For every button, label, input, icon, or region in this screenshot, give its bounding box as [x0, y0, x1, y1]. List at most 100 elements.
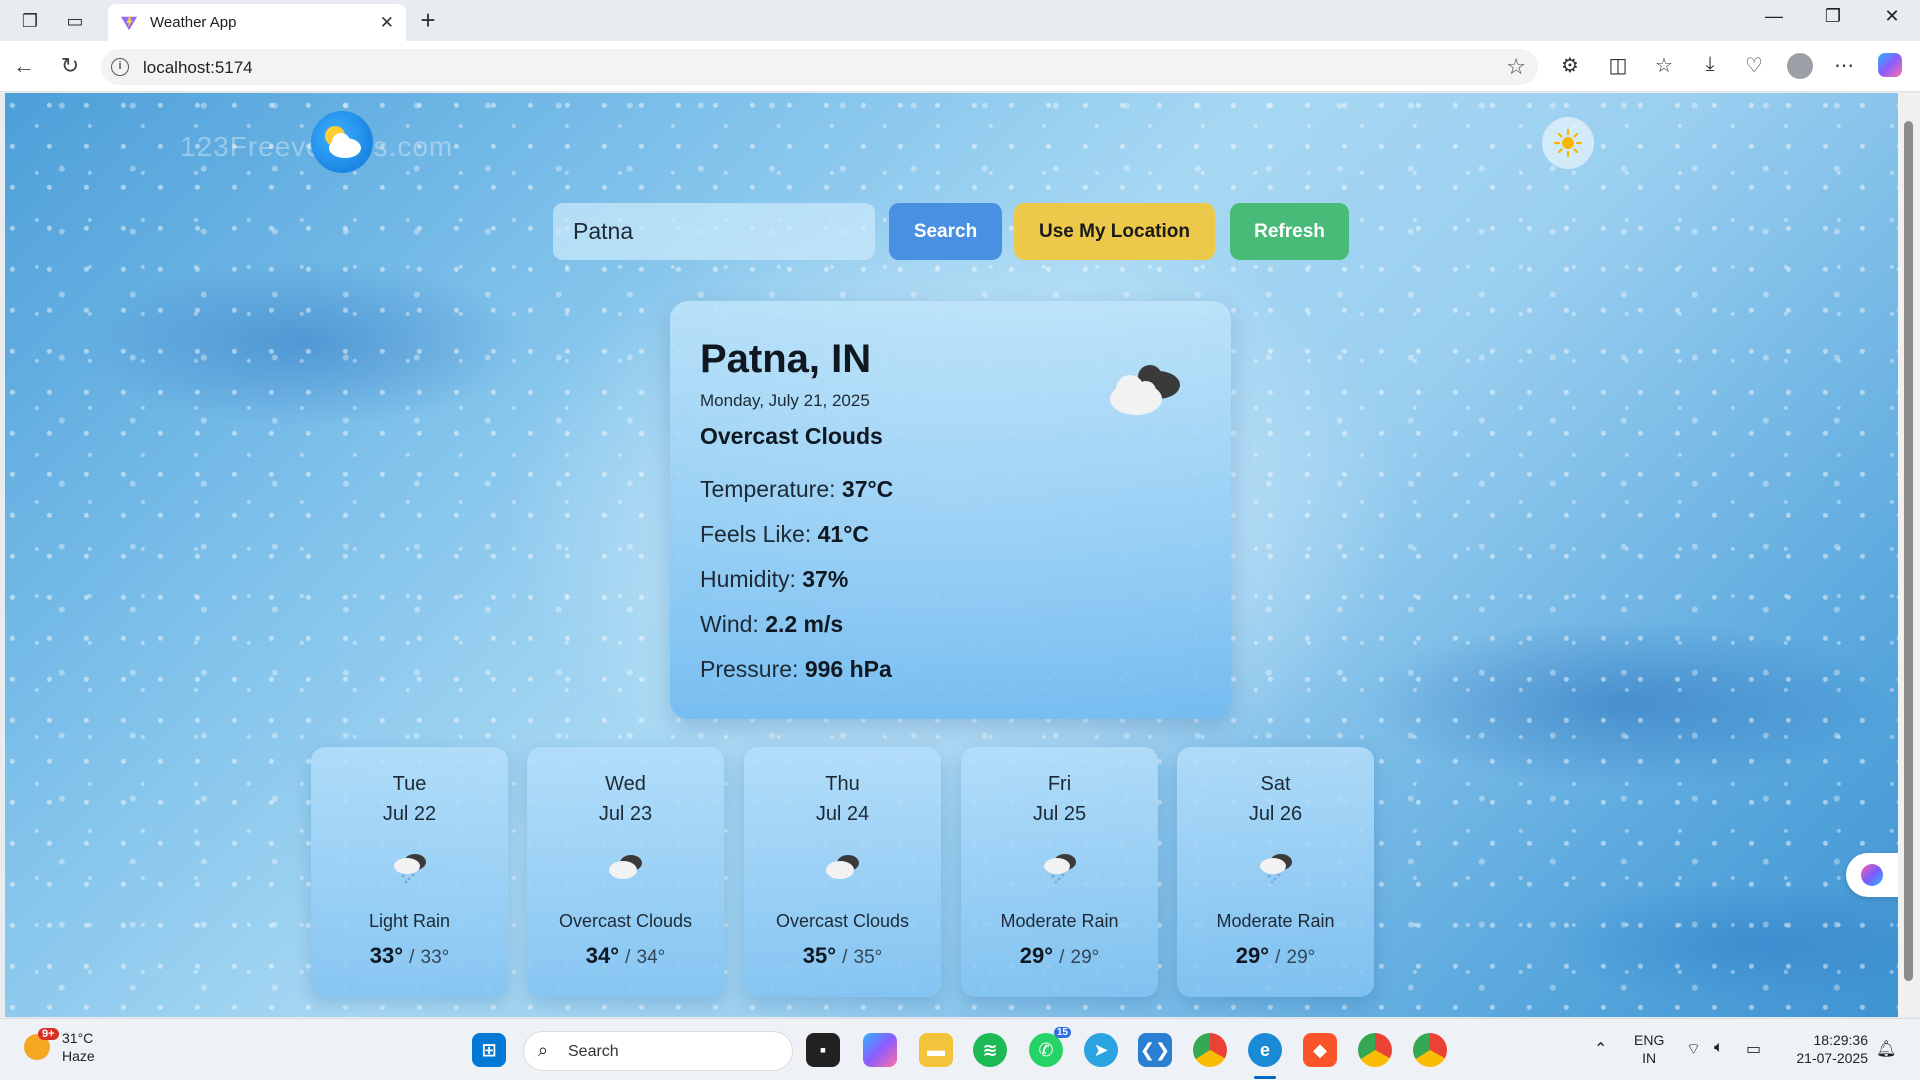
taskbar-search-box[interactable]: ⌕ Search [523, 1031, 793, 1071]
vscode-icon[interactable]: ❮❯ [1138, 1033, 1172, 1067]
forecast-date: Jul 26 [1248, 803, 1303, 825]
favorite-star-icon[interactable]: ☆ [1506, 54, 1526, 80]
windows-taskbar: 9+ 31°C Haze ⊞ ⌕ Search ▪ ▬ ≋ ✆ 15 ➤ ❮❯ … [0, 1018, 1920, 1080]
wind-row: Wind: 2.2 m/s [700, 611, 843, 638]
taskbar-weather-widget[interactable]: 9+ 31°C Haze [24, 1028, 95, 1065]
extensions-icon[interactable]: ⚙ [1556, 53, 1584, 78]
notifications-bell-icon[interactable]: 🔔︎ [1876, 1039, 1896, 1059]
volume-icon[interactable]: 🔈︎ [1714, 1039, 1724, 1057]
telegram-icon[interactable]: ➤ [1084, 1033, 1118, 1067]
browser-essentials-icon[interactable]: ♡ [1740, 53, 1768, 78]
tab-title: Weather App [150, 14, 237, 31]
browser-tab-strip: ❐ ▭ Weather App ✕ + — ❐ ✕ [0, 0, 1920, 41]
reload-icon[interactable]: ↻ [56, 53, 84, 79]
forecast-day: Wed [605, 773, 646, 795]
address-bar[interactable]: i localhost:5174 ☆ [101, 49, 1538, 85]
taskbar-search-label: Search [568, 1043, 619, 1060]
theme-toggle-sun-icon[interactable] [1542, 117, 1594, 169]
forecast-card: Thu Jul 24 Overcast Clouds 35° / 35° [744, 747, 941, 997]
search-button[interactable]: Search [889, 203, 1002, 260]
forecast-high: 29° [1019, 943, 1053, 968]
pressure-value: 996 hPa [804, 656, 892, 682]
chrome-profile-icon[interactable] [1413, 1033, 1447, 1067]
forecast-low: 29° [1286, 947, 1316, 968]
favorites-icon[interactable]: ☆ [1650, 53, 1678, 78]
search-icon: ⌕ [538, 1040, 549, 1060]
forecast-condition: Overcast Clouds [775, 911, 910, 931]
restore-icon[interactable]: ❐ [1813, 6, 1853, 27]
edge-icon[interactable]: e [1248, 1033, 1282, 1067]
downloads-icon[interactable]: ⤓ [1696, 53, 1724, 76]
more-options-icon[interactable]: ⋯ [1830, 53, 1858, 78]
whatsapp-icon[interactable]: ✆ 15 [1029, 1027, 1071, 1067]
new-tab-button[interactable]: + [414, 6, 442, 34]
forecast-day: Tue [392, 773, 427, 795]
forecast-low: 35° [853, 947, 883, 968]
temperature-label: Temperature: [700, 476, 836, 502]
forecast-condition: Overcast Clouds [558, 911, 693, 931]
forecast-temps: 29° / 29° [1177, 943, 1374, 969]
rain-cloud-icon [394, 854, 426, 884]
temp-separator: / [409, 947, 415, 968]
rain-cloud-icon [1044, 854, 1076, 884]
humidity-value: 37% [802, 566, 849, 592]
profile-avatar-icon[interactable] [1786, 53, 1814, 85]
taskbar-weather-desc: Haze [62, 1048, 95, 1064]
brave-icon[interactable]: ◆ [1303, 1033, 1337, 1067]
page-scrollbar[interactable] [1898, 93, 1920, 1017]
forecast-high: 33° [369, 943, 403, 968]
forecast-day: Sat [1260, 773, 1291, 795]
url-text: localhost:5174 [143, 58, 253, 77]
tab-actions-icon[interactable]: ▭ [62, 8, 88, 34]
use-my-location-button[interactable]: Use My Location [1014, 203, 1215, 260]
pressure-label: Pressure: [700, 656, 799, 682]
forecast-condition: Light Rain [368, 911, 451, 931]
forecast-low: 29° [1070, 947, 1100, 968]
assistant-brain-icon[interactable] [1846, 853, 1898, 897]
battery-icon[interactable]: ▭ [1746, 1039, 1761, 1059]
back-icon[interactable]: ← [10, 53, 38, 79]
humidity-row: Humidity: 37% [700, 566, 848, 593]
overcast-clouds-icon [1110, 365, 1180, 415]
start-windows-icon[interactable]: ⊞ [472, 1033, 506, 1067]
tray-chevron-up-icon[interactable]: ⌃ [1594, 1039, 1607, 1059]
forecast-card: Fri Jul 25 Moderate Rain 29° / 29° [961, 747, 1158, 997]
split-screen-icon[interactable]: ◫ [1604, 53, 1632, 78]
close-tab-icon[interactable]: ✕ [380, 13, 394, 33]
haze-weather-icon: 9+ [24, 1028, 59, 1060]
overcast-clouds-icon [826, 855, 859, 879]
forecast-date: Jul 24 [815, 803, 870, 825]
forecast-high: 35° [802, 943, 836, 968]
file-explorer-icon[interactable]: ▬ [919, 1033, 953, 1067]
tab-weather-app[interactable]: Weather App ✕ [108, 4, 406, 41]
overcast-clouds-icon [609, 855, 642, 879]
forecast-low: 33° [420, 947, 450, 968]
chrome-profile-icon[interactable] [1193, 1033, 1227, 1067]
forecast-condition: Moderate Rain [1000, 911, 1119, 931]
taskbar-weather-temp: 31°C [62, 1030, 94, 1046]
close-window-icon[interactable]: ✕ [1872, 6, 1912, 27]
spotify-icon[interactable]: ≋ [973, 1033, 1007, 1067]
chrome-profile-icon[interactable] [1358, 1033, 1392, 1067]
whatsapp-badge: 15 [1053, 1027, 1071, 1038]
current-date: Monday, July 21, 2025 [700, 391, 870, 410]
task-view-icon[interactable]: ▪ [806, 1033, 840, 1067]
minimize-icon[interactable]: — [1754, 6, 1794, 27]
forecast-temps: 33° / 33° [311, 943, 508, 969]
site-info-icon[interactable]: i [111, 58, 129, 76]
current-description: Overcast Clouds [700, 423, 883, 449]
forecast-card: Wed Jul 23 Overcast Clouds 34° / 34° [527, 747, 724, 997]
feels-like-value: 41°C [817, 521, 869, 547]
wifi-icon[interactable]: ⌔ [1686, 1039, 1701, 1059]
clock[interactable]: 18:29:36 21-07-2025 [1784, 1031, 1868, 1067]
copilot-app-icon[interactable] [863, 1033, 897, 1067]
refresh-button[interactable]: Refresh [1230, 203, 1349, 260]
workspaces-icon[interactable]: ❐ [17, 8, 43, 34]
scrollbar-thumb[interactable] [1904, 121, 1913, 981]
region-text: IN [1642, 1050, 1657, 1066]
current-weather-card: Patna, IN Monday, July 21, 2025 Overcast… [670, 301, 1231, 719]
language-indicator[interactable]: ENG IN [1634, 1031, 1664, 1067]
copilot-icon[interactable] [1876, 53, 1904, 83]
forecast-card: Sat Jul 26 Moderate Rain 29° / 29° [1177, 747, 1374, 997]
city-search-input[interactable] [553, 203, 875, 260]
